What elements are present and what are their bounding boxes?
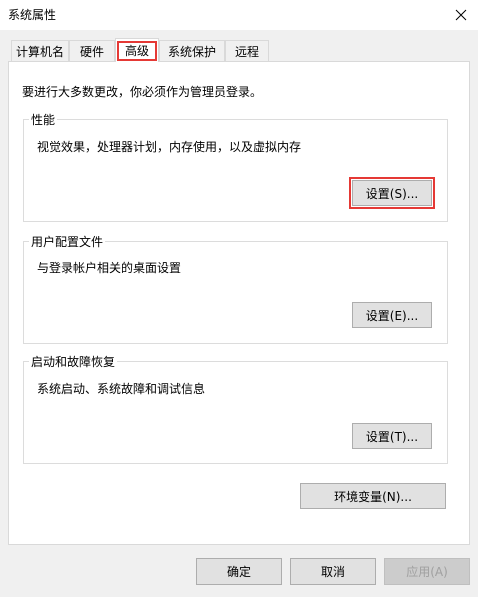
apply-button[interactable]: 应用(A) — [384, 558, 470, 585]
close-button[interactable] — [444, 0, 478, 30]
window-title: 系统属性 — [8, 8, 57, 22]
close-icon — [455, 9, 467, 21]
tab-hardware[interactable]: 硬件 — [69, 40, 115, 61]
title-bar — [0, 0, 478, 30]
performance-group-title: 性能 — [29, 111, 58, 128]
tab-system-protection[interactable]: 系统保护 — [159, 40, 225, 61]
user-profiles-group — [23, 241, 448, 344]
user-profiles-description: 与登录帐户相关的桌面设置 — [37, 261, 182, 275]
startup-recovery-description: 系统启动、系统故障和调试信息 — [37, 382, 206, 396]
startup-recovery-group-title: 启动和故障恢复 — [29, 353, 118, 370]
user-profiles-settings-button[interactable]: 设置(E)... — [352, 302, 432, 328]
tab-remote[interactable]: 远程 — [225, 40, 269, 61]
ok-button[interactable]: 确定 — [196, 558, 282, 585]
user-profiles-group-title: 用户配置文件 — [29, 233, 106, 250]
environment-variables-button[interactable]: 环境变量(N)... — [300, 483, 446, 509]
admin-note: 要进行大多数更改，你必须作为管理员登录。 — [22, 85, 263, 99]
startup-recovery-settings-button[interactable]: 设置(T)... — [352, 423, 432, 449]
performance-settings-button[interactable]: 设置(S)... — [352, 180, 432, 206]
cancel-button[interactable]: 取消 — [290, 558, 376, 585]
performance-group — [23, 119, 448, 222]
tab-computer-name[interactable]: 计算机名 — [11, 40, 69, 61]
tab-advanced[interactable]: 高级 — [115, 38, 159, 62]
performance-description: 视觉效果，处理器计划，内存使用，以及虚拟内存 — [37, 140, 302, 154]
